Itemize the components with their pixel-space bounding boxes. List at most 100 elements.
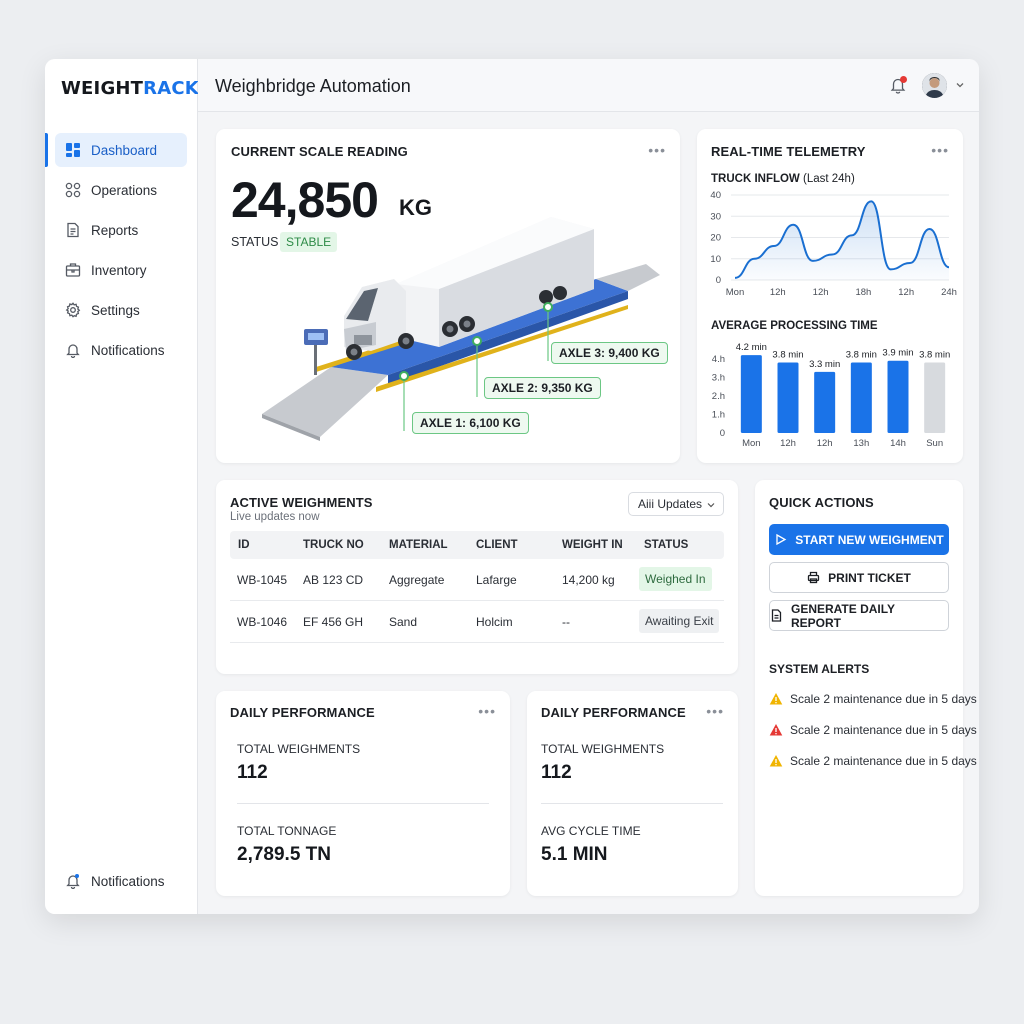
- cell-weight: 14,200 kg: [562, 573, 615, 587]
- chevron-down-icon: [707, 503, 715, 508]
- status-badge: Weighed In: [639, 567, 712, 591]
- x-tick-label: Mon: [742, 438, 760, 449]
- bar: [887, 360, 909, 433]
- bar-data-label: 3.8 min: [919, 350, 950, 361]
- y-tick-label: 4.h: [712, 354, 725, 365]
- column-header[interactable]: CLIENT: [476, 539, 518, 551]
- telemetry-card: REAL-TIME TELEMETRY ••• TRUCK INFLOW (La…: [697, 129, 963, 463]
- alert-item[interactable]: Scale 2 maintenance due in 5 days: [769, 691, 977, 707]
- bar-data-label: 3.8 min: [846, 350, 877, 361]
- total-tonnage-label: TOTAL TONNAGE: [237, 824, 337, 838]
- y-tick-label: 3.h: [712, 372, 725, 383]
- processing-time-chart: 0 1.h 2.h 3.h 4.h 4.2 min Mon 3.8 min 12h 3.3 min…: [712, 342, 950, 449]
- y-tick-label: 1.h: [712, 409, 725, 420]
- live-updates-text: Live updates now: [230, 511, 320, 523]
- daily-performance-card: DAILY PERFORMANCE ••• TOTAL WEIGHMENTS 1…: [527, 691, 738, 896]
- notification-dot: [900, 76, 907, 83]
- button-label: PRINT TICKET: [828, 570, 911, 585]
- play-icon: [776, 533, 787, 546]
- y-tick-label: 40: [710, 190, 721, 201]
- sidebar-item-notifications[interactable]: Notifications: [55, 333, 187, 367]
- daily-performance-card: DAILY PERFORMANCE ••• TOTAL WEIGHMENTS 1…: [216, 691, 510, 896]
- avg-cycle-time-value: 5.1 MIN: [541, 844, 608, 865]
- status-badge: Awaiting Exit: [639, 609, 720, 633]
- card-title: REAL-TIME TELEMETRY: [711, 144, 866, 159]
- more-options-icon[interactable]: •••: [648, 143, 666, 157]
- error-icon: [769, 724, 783, 736]
- card-title: QUICK ACTIONS: [769, 495, 874, 510]
- axle-3-label: AXLE 3: 9,400 KG: [551, 342, 668, 364]
- total-tonnage-value: 2,789.5 TN: [237, 844, 331, 865]
- sidebar-item-reports[interactable]: Reports: [55, 213, 187, 247]
- page-title: Weighbridge Automation: [215, 76, 411, 96]
- card-title: ACTIVE WEIGHMENTS: [230, 495, 373, 510]
- button-label: START NEW WEIGHMENT: [795, 532, 944, 547]
- avg-cycle-time-label: AVG CYCLE TIME: [541, 824, 641, 838]
- generate-daily-report-button[interactable]: GENERATE DAILY REPORT: [769, 600, 949, 631]
- dashboard-icon: [66, 143, 80, 157]
- more-options-icon[interactable]: •••: [478, 704, 496, 718]
- app-window: WEIGHTRACK Dashboard Operations Reports …: [45, 59, 979, 914]
- column-header[interactable]: MATERIAL: [389, 539, 448, 551]
- updates-dropdown[interactable]: Aiii Updates: [628, 492, 724, 516]
- sidebar-bottom-notifications[interactable]: Notifications: [55, 865, 188, 897]
- avatar[interactable]: [922, 73, 947, 98]
- y-tick-label: 20: [710, 233, 721, 244]
- sidebar-item-label: Inventory: [91, 262, 147, 278]
- warning-icon: [769, 693, 783, 705]
- inventory-icon: [65, 263, 81, 277]
- cell-weight: --: [562, 615, 570, 629]
- x-tick-label: 18h: [855, 287, 871, 298]
- chevron-down-icon[interactable]: [955, 80, 965, 90]
- table-header: ID TRUCK NO MATERIAL CLIENT WEIGHT IN ST…: [230, 531, 724, 559]
- bar-data-label: 3.8 min: [772, 350, 803, 361]
- alert-item[interactable]: Scale 2 maintenance due in 5 days: [769, 753, 977, 769]
- sidebar-bottom-label: Notifications: [91, 873, 165, 889]
- total-weighments-label: TOTAL WEIGHMENTS: [237, 742, 361, 756]
- x-tick-label: Sun: [926, 438, 943, 449]
- alert-item[interactable]: Scale 2 maintenance due in 5 days: [769, 722, 977, 738]
- alert-text: Scale 2 maintenance due in 5 days: [790, 692, 977, 706]
- total-weighments-label: TOTAL WEIGHMENTS: [541, 742, 665, 756]
- x-tick-label: 12h: [817, 438, 833, 449]
- bell-icon: [66, 344, 80, 358]
- cell-client: Holcim: [476, 615, 513, 629]
- print-ticket-button[interactable]: PRINT TICKET: [769, 562, 949, 593]
- document-icon: [771, 609, 782, 622]
- sidebar-item-dashboard[interactable]: Dashboard: [45, 133, 187, 167]
- sidebar-item-settings[interactable]: Settings: [55, 293, 187, 327]
- y-tick-label: 10: [710, 254, 721, 265]
- brand-logo[interactable]: WEIGHTRACK: [61, 78, 199, 99]
- table-row[interactable]: WB-1046 EF 456 GH Sand Holcim -- Awaitin…: [230, 601, 724, 643]
- column-header[interactable]: ID: [238, 539, 250, 551]
- cell-id: WB-1046: [237, 615, 288, 629]
- sidebar-item-operations[interactable]: Operations: [55, 173, 187, 207]
- bar-data-label: 3.9 min: [882, 348, 913, 359]
- x-tick-label: 12h: [813, 287, 829, 298]
- truck-inflow-title-text: TRUCK INFLOW: [711, 173, 800, 185]
- bar-data-label: 3.3 min: [809, 359, 840, 370]
- bar: [924, 362, 946, 433]
- cell-truck: EF 456 GH: [303, 615, 364, 629]
- column-header[interactable]: WEIGHT IN: [562, 539, 623, 551]
- printer-icon: [808, 571, 820, 584]
- cell-material: Aggregate: [389, 573, 445, 587]
- more-options-icon[interactable]: •••: [931, 143, 949, 157]
- sidebar-nav: Dashboard Operations Reports Inventory S…: [45, 133, 197, 373]
- operations-icon: [65, 182, 81, 198]
- button-label: GENERATE DAILY REPORT: [790, 601, 895, 630]
- user-avatar-icon: [922, 73, 947, 98]
- dropdown-value: Aiii Updates: [638, 497, 703, 511]
- more-options-icon[interactable]: •••: [706, 704, 724, 718]
- start-new-weighment-button[interactable]: START NEW WEIGHMENT: [769, 524, 949, 555]
- column-header[interactable]: TRUCK NO: [303, 539, 364, 551]
- table-row[interactable]: WB-1045 AB 123 CD Aggregate Lafarge 14,2…: [230, 559, 724, 601]
- x-tick-label: 12h: [898, 287, 914, 298]
- column-header[interactable]: STATUS: [644, 539, 688, 551]
- cell-truck: AB 123 CD: [303, 573, 364, 587]
- sidebar-item-inventory[interactable]: Inventory: [55, 253, 187, 287]
- total-weighments-value: 112: [237, 762, 268, 783]
- sidebar-item-label: Reports: [91, 222, 139, 238]
- y-tick-label: 2.h: [712, 391, 725, 402]
- topbar: Weighbridge Automation: [198, 59, 979, 112]
